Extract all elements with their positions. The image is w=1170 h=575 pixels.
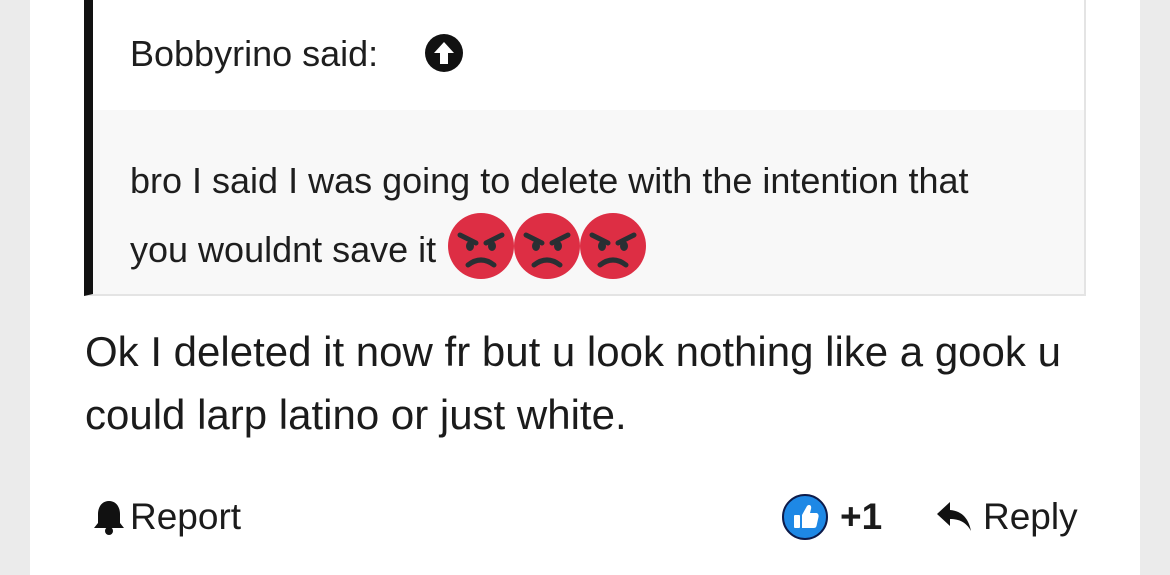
reply-button[interactable]: Reply bbox=[935, 496, 1078, 538]
thumbs-up-icon bbox=[782, 494, 828, 540]
quote-body: bro I said I was going to delete with th… bbox=[93, 110, 1084, 294]
angry-face-emoji-icon bbox=[514, 213, 581, 280]
like-count: +1 bbox=[840, 496, 883, 537]
quote-header: Bobbyrino said: bbox=[93, 0, 1084, 110]
report-label: Report bbox=[130, 496, 242, 537]
post-message: Ok I deleted it now fr but u look nothin… bbox=[85, 328, 1061, 438]
quote-author-label: Bobbyrino said: bbox=[130, 33, 379, 74]
quote-block: Bobbyrino said: bro I said I was going t… bbox=[84, 0, 1086, 296]
post-actions: Report +1 Reply bbox=[30, 490, 1140, 550]
emoji-group bbox=[448, 213, 648, 280]
angry-face-emoji-icon bbox=[580, 213, 647, 280]
like-button[interactable]: +1 bbox=[782, 494, 882, 540]
quote-text: bro I said I was going to delete with th… bbox=[130, 146, 1030, 285]
post-container: Bobbyrino said: bro I said I was going t… bbox=[30, 0, 1140, 575]
reply-arrow-icon bbox=[937, 502, 971, 531]
report-button[interactable]: Report bbox=[92, 496, 241, 538]
arrow-up-circle-icon[interactable] bbox=[425, 34, 463, 72]
bell-icon bbox=[94, 501, 124, 535]
reply-label: Reply bbox=[983, 496, 1078, 537]
angry-face-emoji-icon bbox=[448, 213, 515, 280]
